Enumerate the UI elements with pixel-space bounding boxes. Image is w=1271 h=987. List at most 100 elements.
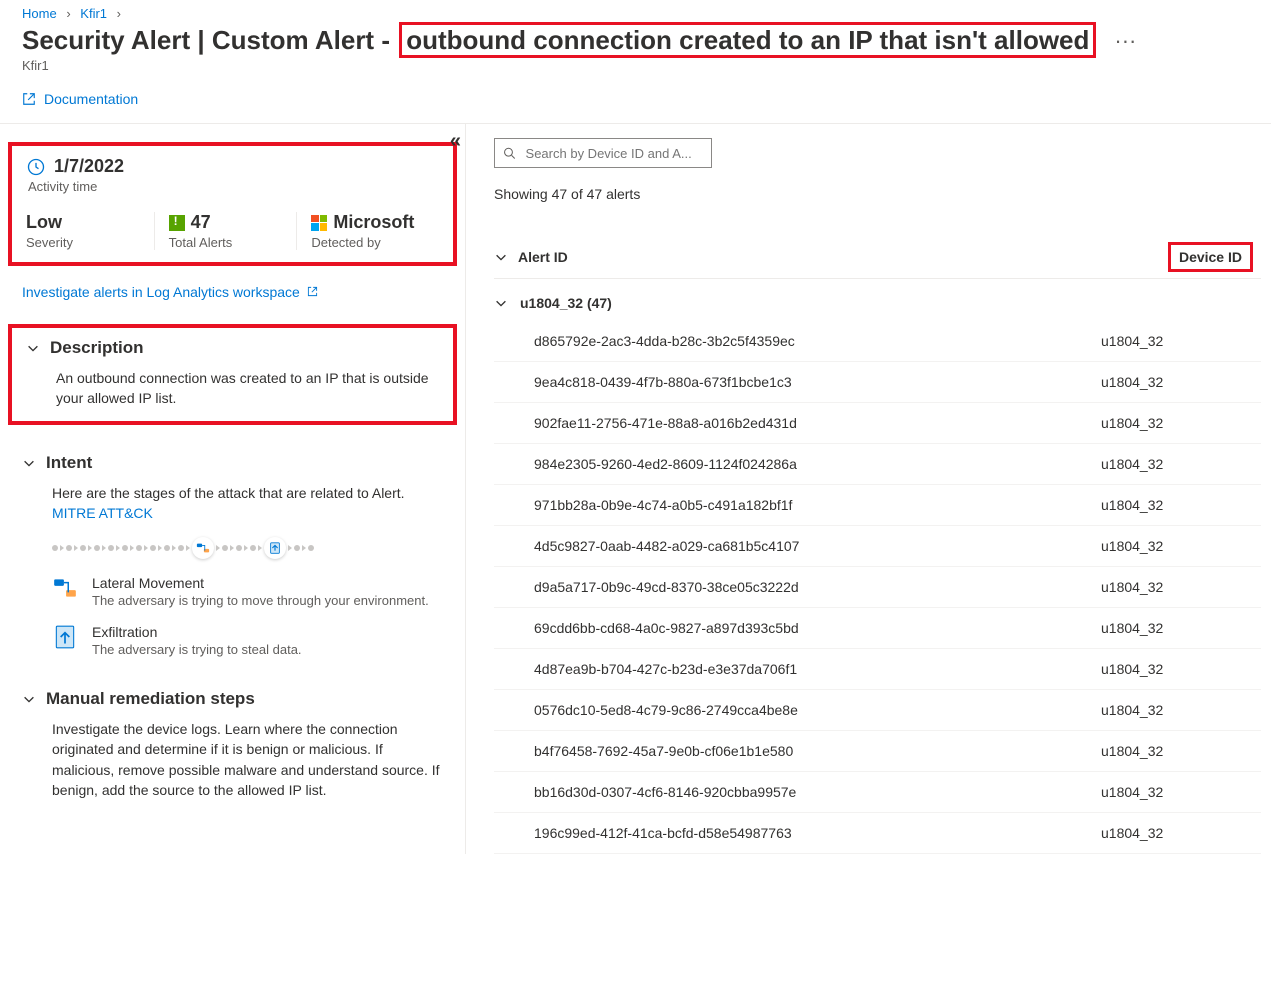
result-count: Showing 47 of 47 alerts — [494, 186, 1261, 202]
alert-id-cell: d9a5a717-0b9c-49cd-8370-38ce05c3222d — [494, 579, 1101, 595]
alert-id-cell: 4d5c9827-0aab-4482-a029-ca681b5c4107 — [494, 538, 1101, 554]
search-box[interactable] — [494, 138, 712, 168]
page-subtitle: Kfir1 — [0, 56, 1271, 85]
documentation-link[interactable]: Documentation — [22, 91, 138, 107]
intent-toggle[interactable]: Intent — [22, 453, 443, 473]
table-row[interactable]: 196c99ed-412f-41ca-bcfd-d58e54987763u180… — [494, 813, 1261, 854]
page-title-prefix: Security Alert | Custom Alert - — [22, 25, 397, 55]
alert-id-cell: 902fae11-2756-471e-88a8-a016b2ed431d — [494, 415, 1101, 431]
table-row[interactable]: bb16d30d-0307-4cf6-8146-920cbba9957eu180… — [494, 772, 1261, 813]
table-row[interactable]: d9a5a717-0b9c-49cd-8370-38ce05c3222du180… — [494, 567, 1261, 608]
group-label: u1804_32 (47) — [520, 295, 612, 311]
device-id-cell: u1804_32 — [1101, 497, 1261, 513]
total-alerts-label: Total Alerts — [169, 235, 285, 250]
kill-chain-timeline — [52, 537, 443, 559]
activity-time-label: Activity time — [28, 179, 439, 194]
device-id-cell: u1804_32 — [1101, 702, 1261, 718]
column-device-id[interactable]: Device ID — [1168, 242, 1253, 272]
description-title: Description — [50, 338, 144, 358]
table-row[interactable]: b4f76458-7692-45a7-9e0b-cf06e1b1e580u180… — [494, 731, 1261, 772]
mitre-attack-link[interactable]: MITRE ATT&CK — [52, 505, 153, 521]
device-id-cell: u1804_32 — [1101, 661, 1261, 677]
intent-item-title: Exfiltration — [92, 624, 302, 640]
search-input[interactable] — [524, 145, 703, 162]
right-panel: Showing 47 of 47 alerts Alert ID Device … — [466, 124, 1271, 854]
exfiltration-icon — [52, 624, 78, 650]
table-row[interactable]: 9ea4c818-0439-4f7b-880a-673f1bcbe1c3u180… — [494, 362, 1261, 403]
table-row[interactable]: 4d5c9827-0aab-4482-a029-ca681b5c4107u180… — [494, 526, 1261, 567]
breadcrumb-sep: › — [60, 6, 76, 21]
alert-id-cell: d865792e-2ac3-4dda-b28c-3b2c5f4359ec — [494, 333, 1101, 349]
device-id-cell: u1804_32 — [1101, 333, 1261, 349]
exfiltration-stage-icon[interactable] — [264, 537, 286, 559]
investigate-log-analytics-link[interactable]: Investigate alerts in Log Analytics work… — [0, 266, 465, 314]
breadcrumb-hub[interactable]: Kfir1 — [80, 6, 107, 21]
clock-icon — [26, 157, 46, 177]
alert-id-cell: 196c99ed-412f-41ca-bcfd-d58e54987763 — [494, 825, 1101, 841]
chevron-down-icon — [494, 296, 508, 310]
device-id-cell: u1804_32 — [1101, 538, 1261, 554]
chevron-down-icon — [22, 456, 36, 470]
alert-id-cell: b4f76458-7692-45a7-9e0b-cf06e1b1e580 — [494, 743, 1101, 759]
collapse-panel-button[interactable]: « — [450, 130, 461, 153]
device-id-cell: u1804_32 — [1101, 415, 1261, 431]
alert-id-cell: 9ea4c818-0439-4f7b-880a-673f1bcbe1c3 — [494, 374, 1101, 390]
more-actions-button[interactable]: ··· — [1114, 28, 1136, 54]
description-toggle[interactable]: Description — [26, 338, 439, 358]
external-link-icon — [22, 92, 36, 106]
alert-id-cell: 69cdd6bb-cd68-4a0c-9827-a897d393c5bd — [494, 620, 1101, 636]
alert-id-cell: 0576dc10-5ed8-4c79-9c86-2749cca4be8e — [494, 702, 1101, 718]
breadcrumb-sep: › — [111, 6, 127, 21]
severity-label: Severity — [26, 235, 142, 250]
activity-date: 1/7/2022 — [54, 156, 124, 177]
lateral-movement-stage-icon[interactable] — [192, 537, 214, 559]
remediation-toggle[interactable]: Manual remediation steps — [22, 689, 443, 709]
intent-item-desc: The adversary is trying to move through … — [92, 593, 429, 608]
description-section: Description An outbound connection was c… — [8, 324, 457, 425]
intent-item-desc: The adversary is trying to steal data. — [92, 642, 302, 657]
intent-item-exfiltration: Exfiltration The adversary is trying to … — [52, 624, 443, 657]
device-id-cell: u1804_32 — [1101, 784, 1261, 800]
intent-item-lateral-movement: Lateral Movement The adversary is trying… — [52, 575, 443, 608]
remediation-title: Manual remediation steps — [46, 689, 255, 709]
alert-severity-icon — [169, 215, 185, 231]
breadcrumb: Home › Kfir1 › — [0, 0, 1271, 23]
device-id-cell: u1804_32 — [1101, 374, 1261, 390]
intent-section: Intent Here are the stages of the attack… — [0, 435, 465, 658]
table-row[interactable]: 971bb28a-0b9e-4c74-a0b5-c491a182bf1fu180… — [494, 485, 1261, 526]
table-header: Alert ID Device ID — [494, 236, 1261, 279]
search-icon — [503, 146, 516, 160]
page-title-highlight: outbound connection created to an IP tha… — [399, 22, 1096, 58]
intent-body: Here are the stages of the attack that a… — [52, 483, 443, 524]
microsoft-logo-icon — [311, 215, 327, 231]
table-row[interactable]: 0576dc10-5ed8-4c79-9c86-2749cca4be8eu180… — [494, 690, 1261, 731]
table-row[interactable]: 984e2305-9260-4ed2-8609-1124f024286au180… — [494, 444, 1261, 485]
external-link-icon — [307, 286, 318, 297]
group-row[interactable]: u1804_32 (47) — [494, 279, 1261, 321]
table-row[interactable]: 902fae11-2756-471e-88a8-a016b2ed431du180… — [494, 403, 1261, 444]
summary-card: 1/7/2022 Activity time Low Severity 47 T… — [8, 142, 457, 266]
intent-item-title: Lateral Movement — [92, 575, 429, 591]
device-id-cell: u1804_32 — [1101, 825, 1261, 841]
table-row[interactable]: d865792e-2ac3-4dda-b28c-3b2c5f4359ecu180… — [494, 321, 1261, 362]
alert-id-cell: 971bb28a-0b9e-4c74-a0b5-c491a182bf1f — [494, 497, 1101, 513]
device-id-cell: u1804_32 — [1101, 743, 1261, 759]
remediation-section: Manual remediation steps Investigate the… — [0, 657, 465, 826]
chevron-down-icon — [494, 250, 508, 264]
device-id-cell: u1804_32 — [1101, 579, 1261, 595]
device-id-cell: u1804_32 — [1101, 620, 1261, 636]
page-title: Security Alert | Custom Alert - outbound… — [22, 25, 1096, 56]
lateral-movement-icon — [52, 575, 78, 601]
description-body: An outbound connection was created to an… — [56, 368, 439, 409]
left-panel: « 1/7/2022 Activity time Low Severity 47… — [0, 124, 466, 854]
remediation-body: Investigate the device logs. Learn where… — [52, 719, 443, 800]
column-alert-id[interactable]: Alert ID — [494, 249, 1168, 265]
chevron-down-icon — [26, 341, 40, 355]
table-row[interactable]: 69cdd6bb-cd68-4a0c-9827-a897d393c5bdu180… — [494, 608, 1261, 649]
breadcrumb-home[interactable]: Home — [22, 6, 57, 21]
alert-id-cell: 4d87ea9b-b704-427c-b23d-e3e37da706f1 — [494, 661, 1101, 677]
table-row[interactable]: 4d87ea9b-b704-427c-b23d-e3e37da706f1u180… — [494, 649, 1261, 690]
alert-id-cell: 984e2305-9260-4ed2-8609-1124f024286a — [494, 456, 1101, 472]
chevron-down-icon — [22, 692, 36, 706]
alert-id-cell: bb16d30d-0307-4cf6-8146-920cbba9957e — [494, 784, 1101, 800]
